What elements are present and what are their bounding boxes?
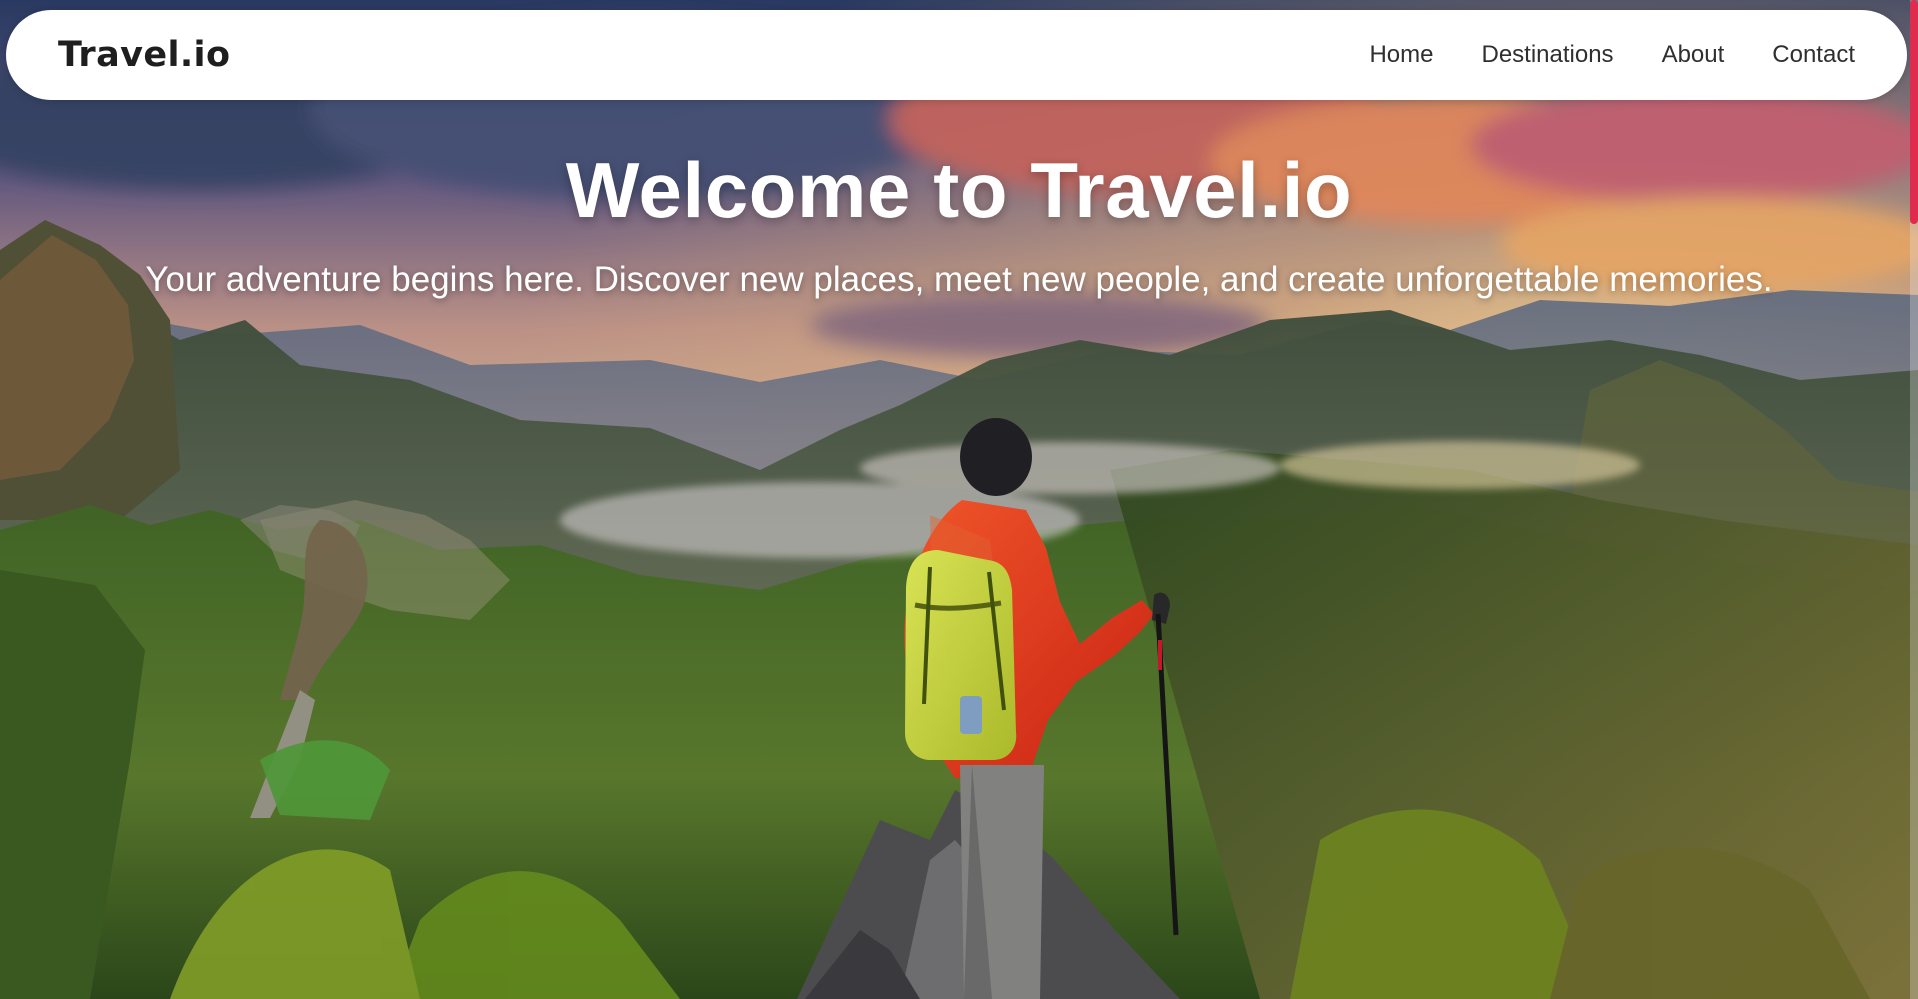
nav-link-home[interactable]: Home [1369,41,1433,69]
nav-link-about[interactable]: About [1662,41,1725,69]
nav-link-contact[interactable]: Contact [1772,41,1855,69]
site-navbar: Travel.io Home Destinations About Contac… [6,10,1907,100]
primary-navigation: Home Destinations About Contact [1369,41,1855,69]
landing-page: Travel.io Home Destinations About Contac… [0,0,1918,999]
brand-logo[interactable]: Travel.io [58,35,230,75]
scrollbar-thumb-icon[interactable] [1910,0,1918,224]
page-scrollbar[interactable] [1910,0,1918,999]
hero-background-image [0,0,1918,999]
nav-link-destinations[interactable]: Destinations [1481,41,1613,69]
